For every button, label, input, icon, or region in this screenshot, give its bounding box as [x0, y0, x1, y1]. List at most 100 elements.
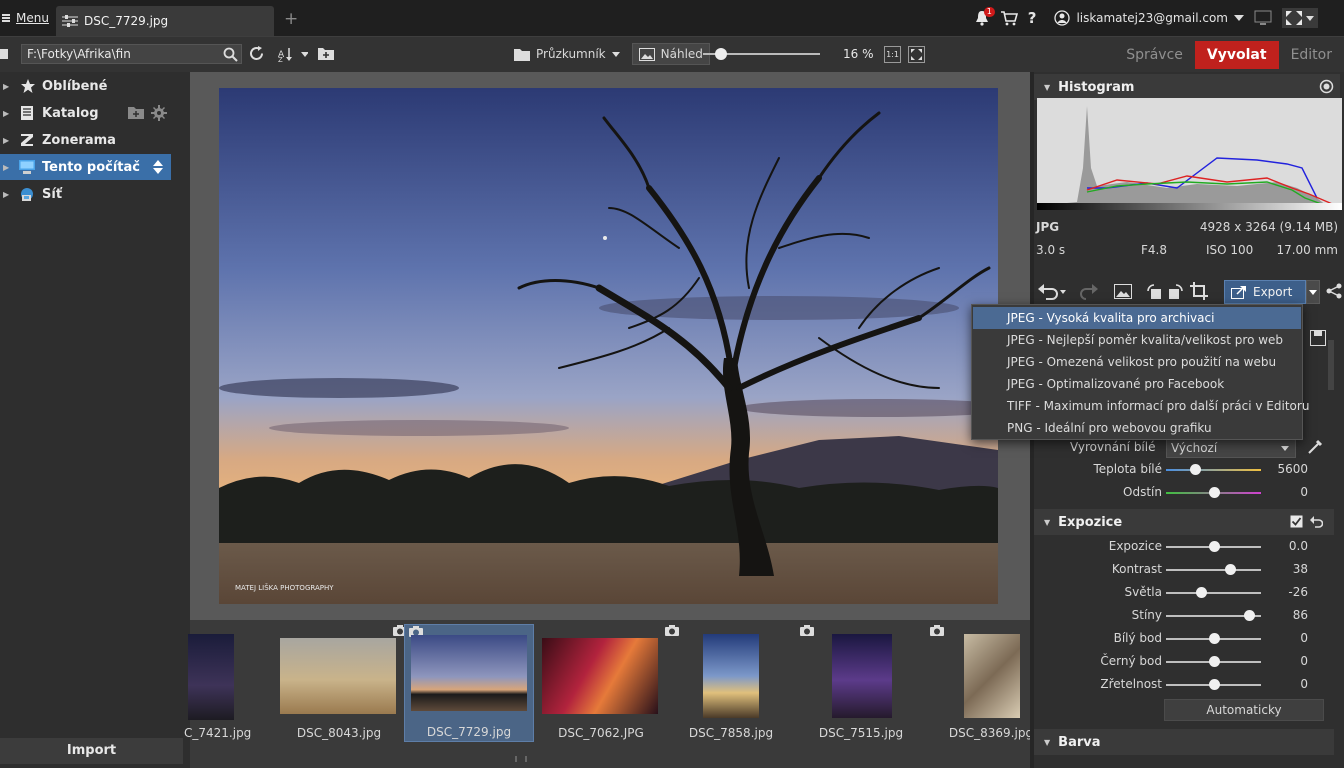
sidebar-item-zonerama[interactable]: ▶ Zonerama	[0, 127, 171, 153]
export-dropdown-toggle[interactable]	[1306, 280, 1320, 304]
slider-value: 38	[1292, 562, 1308, 576]
fullscreen-button[interactable]	[1282, 8, 1318, 28]
path-input[interactable]	[21, 44, 242, 64]
sidebar-item-favorites[interactable]: ▶ Oblíbené	[0, 73, 171, 99]
explorer-view-button[interactable]: Průzkumník	[508, 43, 626, 65]
slider-handle[interactable]	[1243, 610, 1255, 621]
sort-icon[interactable]: AZ	[278, 46, 308, 62]
exposure-time: 3.0 s	[1036, 243, 1066, 257]
tint-slider[interactable]: Odstín 0	[1034, 483, 1334, 503]
export-menu-item[interactable]: JPEG - Vysoká kvalita pro archivaci	[973, 307, 1301, 329]
expand-caret-icon[interactable]: ▶	[3, 109, 13, 118]
export-menu-item[interactable]: JPEG - Omezená velikost pro použití na w…	[973, 351, 1301, 373]
settings-icon[interactable]	[1319, 79, 1334, 94]
crop-icon[interactable]	[1190, 282, 1208, 300]
tint-handle[interactable]	[1208, 487, 1220, 498]
menu-button[interactable]: Menu	[0, 8, 49, 28]
reorder-icon[interactable]	[153, 160, 163, 174]
thumbnail[interactable]: DSC_7062.JPG	[536, 624, 679, 742]
thumbnail[interactable]: DSC_7515.jpg	[796, 624, 926, 742]
account-menu[interactable]: liskamatej23@gmail.com	[1054, 10, 1244, 26]
temperature-slider[interactable]: Teplota bílé 5600	[1034, 460, 1334, 480]
file-dimensions: 4928 x 3264 (9.14 MB)	[1199, 220, 1338, 234]
new-tab-button[interactable]: +	[284, 9, 298, 29]
tint-value: 0	[1300, 485, 1308, 499]
sidebar-item-this-computer[interactable]: ▶ Tento počítač	[0, 154, 171, 180]
redo-icon[interactable]	[1078, 284, 1106, 300]
notifications-button[interactable]: 1	[974, 7, 995, 26]
slider-track[interactable]	[1166, 592, 1261, 594]
exposure-slider-row[interactable]: Expozice 0.0	[1034, 537, 1334, 557]
slider-handle[interactable]	[1208, 633, 1220, 644]
slider-track[interactable]	[1166, 569, 1261, 571]
checkbox-checked-icon[interactable]	[1290, 515, 1303, 528]
slider-handle[interactable]	[1196, 587, 1208, 598]
refresh-icon[interactable]	[248, 45, 265, 62]
thumbnail[interactable]: DSC_7858.jpg	[666, 624, 796, 742]
color-section-header[interactable]: ▼ Barva	[1034, 729, 1334, 755]
export-menu-item[interactable]: PNG - Ideální pro webovou grafiku	[973, 417, 1301, 439]
document-tab-title: DSC_7729.jpg	[84, 14, 169, 28]
export-icon	[1231, 286, 1246, 299]
slider-handle[interactable]	[1208, 679, 1220, 690]
new-folder-icon[interactable]	[317, 46, 335, 61]
expand-caret-icon[interactable]: ▶	[3, 82, 13, 91]
temperature-handle[interactable]	[1189, 464, 1201, 475]
document-tab[interactable]: DSC_7729.jpg	[56, 6, 274, 36]
compare-image-icon[interactable]	[1114, 284, 1132, 299]
menu-label: Menu	[16, 11, 49, 25]
cart-button[interactable]	[1000, 10, 1018, 26]
sidebar-item-network[interactable]: ▶ Síť	[0, 181, 171, 207]
folder-up-icon[interactable]	[0, 47, 10, 61]
temperature-track[interactable]	[1166, 469, 1261, 471]
eyedropper-icon[interactable]	[1306, 438, 1324, 456]
actual-size-button[interactable]: 1:1	[884, 46, 901, 63]
rotate-right-icon[interactable]	[1168, 283, 1184, 300]
exposure-slider-row[interactable]: Světla -26	[1034, 583, 1334, 603]
gear-icon[interactable]	[151, 105, 167, 121]
expand-caret-icon[interactable]: ▶	[3, 163, 13, 172]
save-preset-icon[interactable]	[1310, 330, 1326, 346]
slider-handle[interactable]	[1208, 656, 1220, 667]
exposure-slider-row[interactable]: Stíny 86	[1034, 606, 1334, 626]
add-folder-icon[interactable]	[128, 106, 144, 119]
export-menu-item[interactable]: TIFF - Maximum informací pro další práci…	[973, 395, 1309, 417]
zoom-slider-handle[interactable]	[714, 48, 727, 60]
histogram-header[interactable]: ▼ Histogram	[1034, 74, 1340, 100]
monitor-button[interactable]	[1254, 10, 1272, 26]
rotate-left-icon[interactable]	[1146, 283, 1162, 300]
user-icon	[1054, 10, 1071, 26]
thumbnail[interactable]: DSC_7729.jpg	[404, 624, 534, 742]
expand-caret-icon[interactable]: ▶	[3, 136, 13, 145]
exposure-slider-row[interactable]: Černý bod 0	[1034, 652, 1334, 672]
exposure-slider-row[interactable]: Bílý bod 0	[1034, 629, 1334, 649]
exposure-section-header[interactable]: ▼ Expozice	[1034, 509, 1334, 535]
share-icon[interactable]	[1326, 283, 1342, 299]
white-balance-select[interactable]: Výchozí	[1166, 438, 1296, 458]
slider-handle[interactable]	[1208, 541, 1220, 552]
exposure-slider-row[interactable]: Zřetelnost 0	[1034, 675, 1334, 695]
export-menu-item[interactable]: JPEG - Optimalizované pro Facebook	[973, 373, 1301, 395]
white-balance-label: Vyrovnání bílé	[1070, 440, 1156, 454]
slider-handle[interactable]	[1224, 564, 1236, 575]
sidebar-item-catalog[interactable]: ▶ Katalog	[0, 100, 171, 126]
export-menu-item[interactable]: JPEG - Nejlepší poměr kvalita/velikost p…	[973, 329, 1301, 351]
thumbnail[interactable]: DSC_8043.jpg	[274, 624, 407, 742]
expand-caret-icon[interactable]: ▶	[3, 190, 13, 199]
exposure-section-title: Expozice	[1058, 514, 1123, 530]
help-button[interactable]: ?	[1028, 9, 1037, 27]
exposure-slider-row[interactable]: Kontrast 38	[1034, 560, 1334, 580]
tab-develop[interactable]: Vyvolat	[1194, 41, 1279, 69]
scrollbar[interactable]	[1328, 340, 1334, 390]
filmstrip-resize-grip[interactable]	[515, 756, 527, 762]
tab-editor[interactable]: Editor	[1279, 41, 1344, 69]
preview-view-button[interactable]: Náhled	[631, 43, 710, 65]
search-icon[interactable]	[223, 47, 238, 62]
undo-icon[interactable]	[1038, 284, 1066, 300]
import-button[interactable]: Import	[0, 738, 183, 764]
auto-button[interactable]: Automaticky	[1164, 699, 1324, 721]
tab-manager[interactable]: Správce	[1114, 41, 1195, 69]
reset-icon[interactable]	[1310, 515, 1323, 528]
export-button[interactable]: Export	[1224, 280, 1306, 304]
fit-screen-icon[interactable]	[908, 46, 925, 63]
